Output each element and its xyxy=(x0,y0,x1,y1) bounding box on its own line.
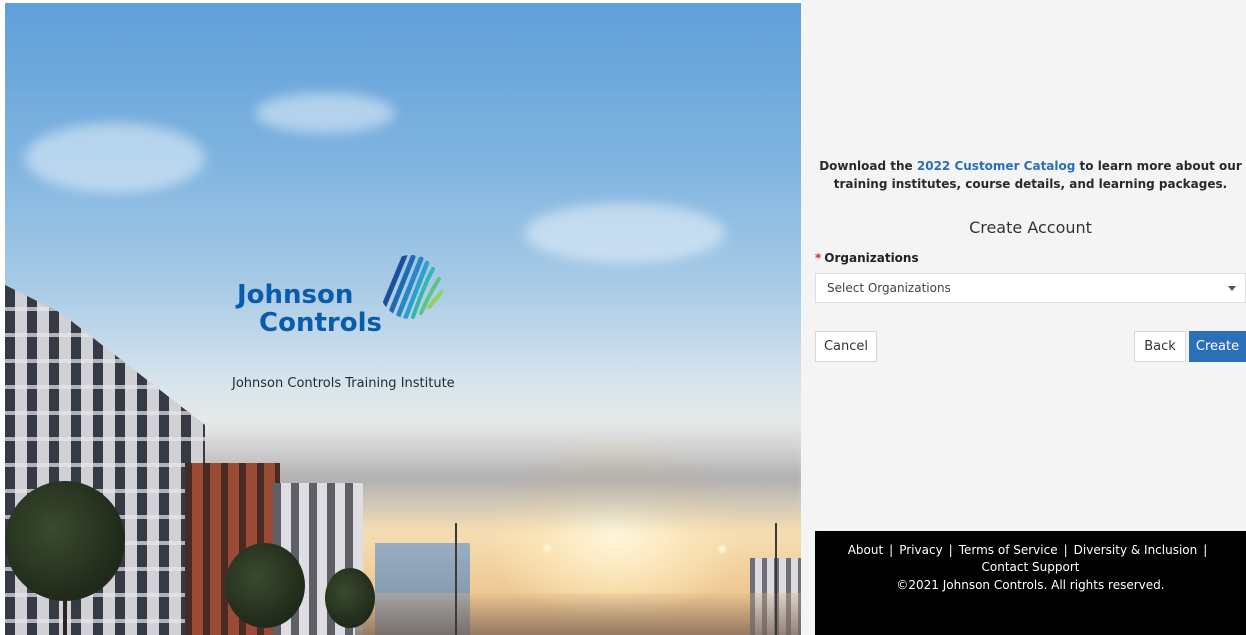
organizations-label-text: Organizations xyxy=(824,251,919,265)
hero-cloud xyxy=(25,123,205,193)
hero-cloud xyxy=(255,93,395,133)
footer-link-contact-support[interactable]: Contact Support xyxy=(982,560,1080,574)
organizations-select[interactable]: Select Organizations xyxy=(815,273,1246,303)
required-marker: * xyxy=(815,251,822,265)
hero-image-panel: Johnson Controls Johnson Controls Traini… xyxy=(5,3,801,635)
footer-separator: | xyxy=(1203,543,1208,557)
logo-wordmark-line1: Johnson xyxy=(237,280,354,310)
hero-street-lamp xyxy=(455,523,457,635)
footer-link-about[interactable]: About xyxy=(848,543,883,557)
back-button[interactable]: Back xyxy=(1134,331,1186,362)
hero-street xyxy=(355,593,801,635)
caret-down-icon xyxy=(1228,286,1236,291)
footer-separator: | xyxy=(948,543,953,557)
hero-cloud xyxy=(525,203,725,263)
footer: About | Privacy | Terms of Service | Diversity… xyxy=(815,531,1246,635)
footer-separator: | xyxy=(1063,543,1068,557)
hero-tree-trunk xyxy=(63,588,67,635)
hero-tree xyxy=(5,481,125,601)
page-root: Johnson Controls Johnson Controls Traini… xyxy=(0,0,1246,635)
create-button[interactable]: Create xyxy=(1189,331,1246,362)
hero-lamp-light xyxy=(717,544,727,554)
hero-tree xyxy=(225,543,305,628)
footer-links: About | Privacy | Terms of Service | Diversity… xyxy=(815,542,1246,576)
hero-lamp-light xyxy=(542,543,552,553)
hero-subtitle: Johnson Controls Training Institute xyxy=(232,376,455,391)
page-title: Create Account xyxy=(969,218,1092,237)
footer-link-privacy[interactable]: Privacy xyxy=(899,543,942,557)
customer-catalog-link[interactable]: 2022 Customer Catalog xyxy=(917,159,1075,173)
organizations-label: * Organizations xyxy=(815,251,919,265)
promo-prefix: Download the xyxy=(819,159,917,173)
cancel-button[interactable]: Cancel xyxy=(815,331,877,362)
johnson-controls-logo-mark-icon xyxy=(379,255,443,319)
footer-link-terms[interactable]: Terms of Service xyxy=(959,543,1058,557)
footer-copyright: ©2021 Johnson Controls. All rights reser… xyxy=(896,578,1165,592)
account-panel: Download the 2022 Customer Catalog to le… xyxy=(801,0,1246,635)
johnson-controls-logo: Johnson Controls xyxy=(237,253,457,348)
organizations-select-value: Select Organizations xyxy=(827,281,951,295)
footer-separator: | xyxy=(889,543,894,557)
logo-wordmark-line2: Controls xyxy=(259,308,382,338)
catalog-promo: Download the 2022 Customer Catalog to le… xyxy=(815,157,1246,193)
hero-street-lamp xyxy=(775,523,777,635)
logo-wordmark: Johnson Controls xyxy=(237,281,382,337)
footer-link-diversity[interactable]: Diversity & Inclusion xyxy=(1074,543,1198,557)
hero-tree xyxy=(325,568,375,628)
